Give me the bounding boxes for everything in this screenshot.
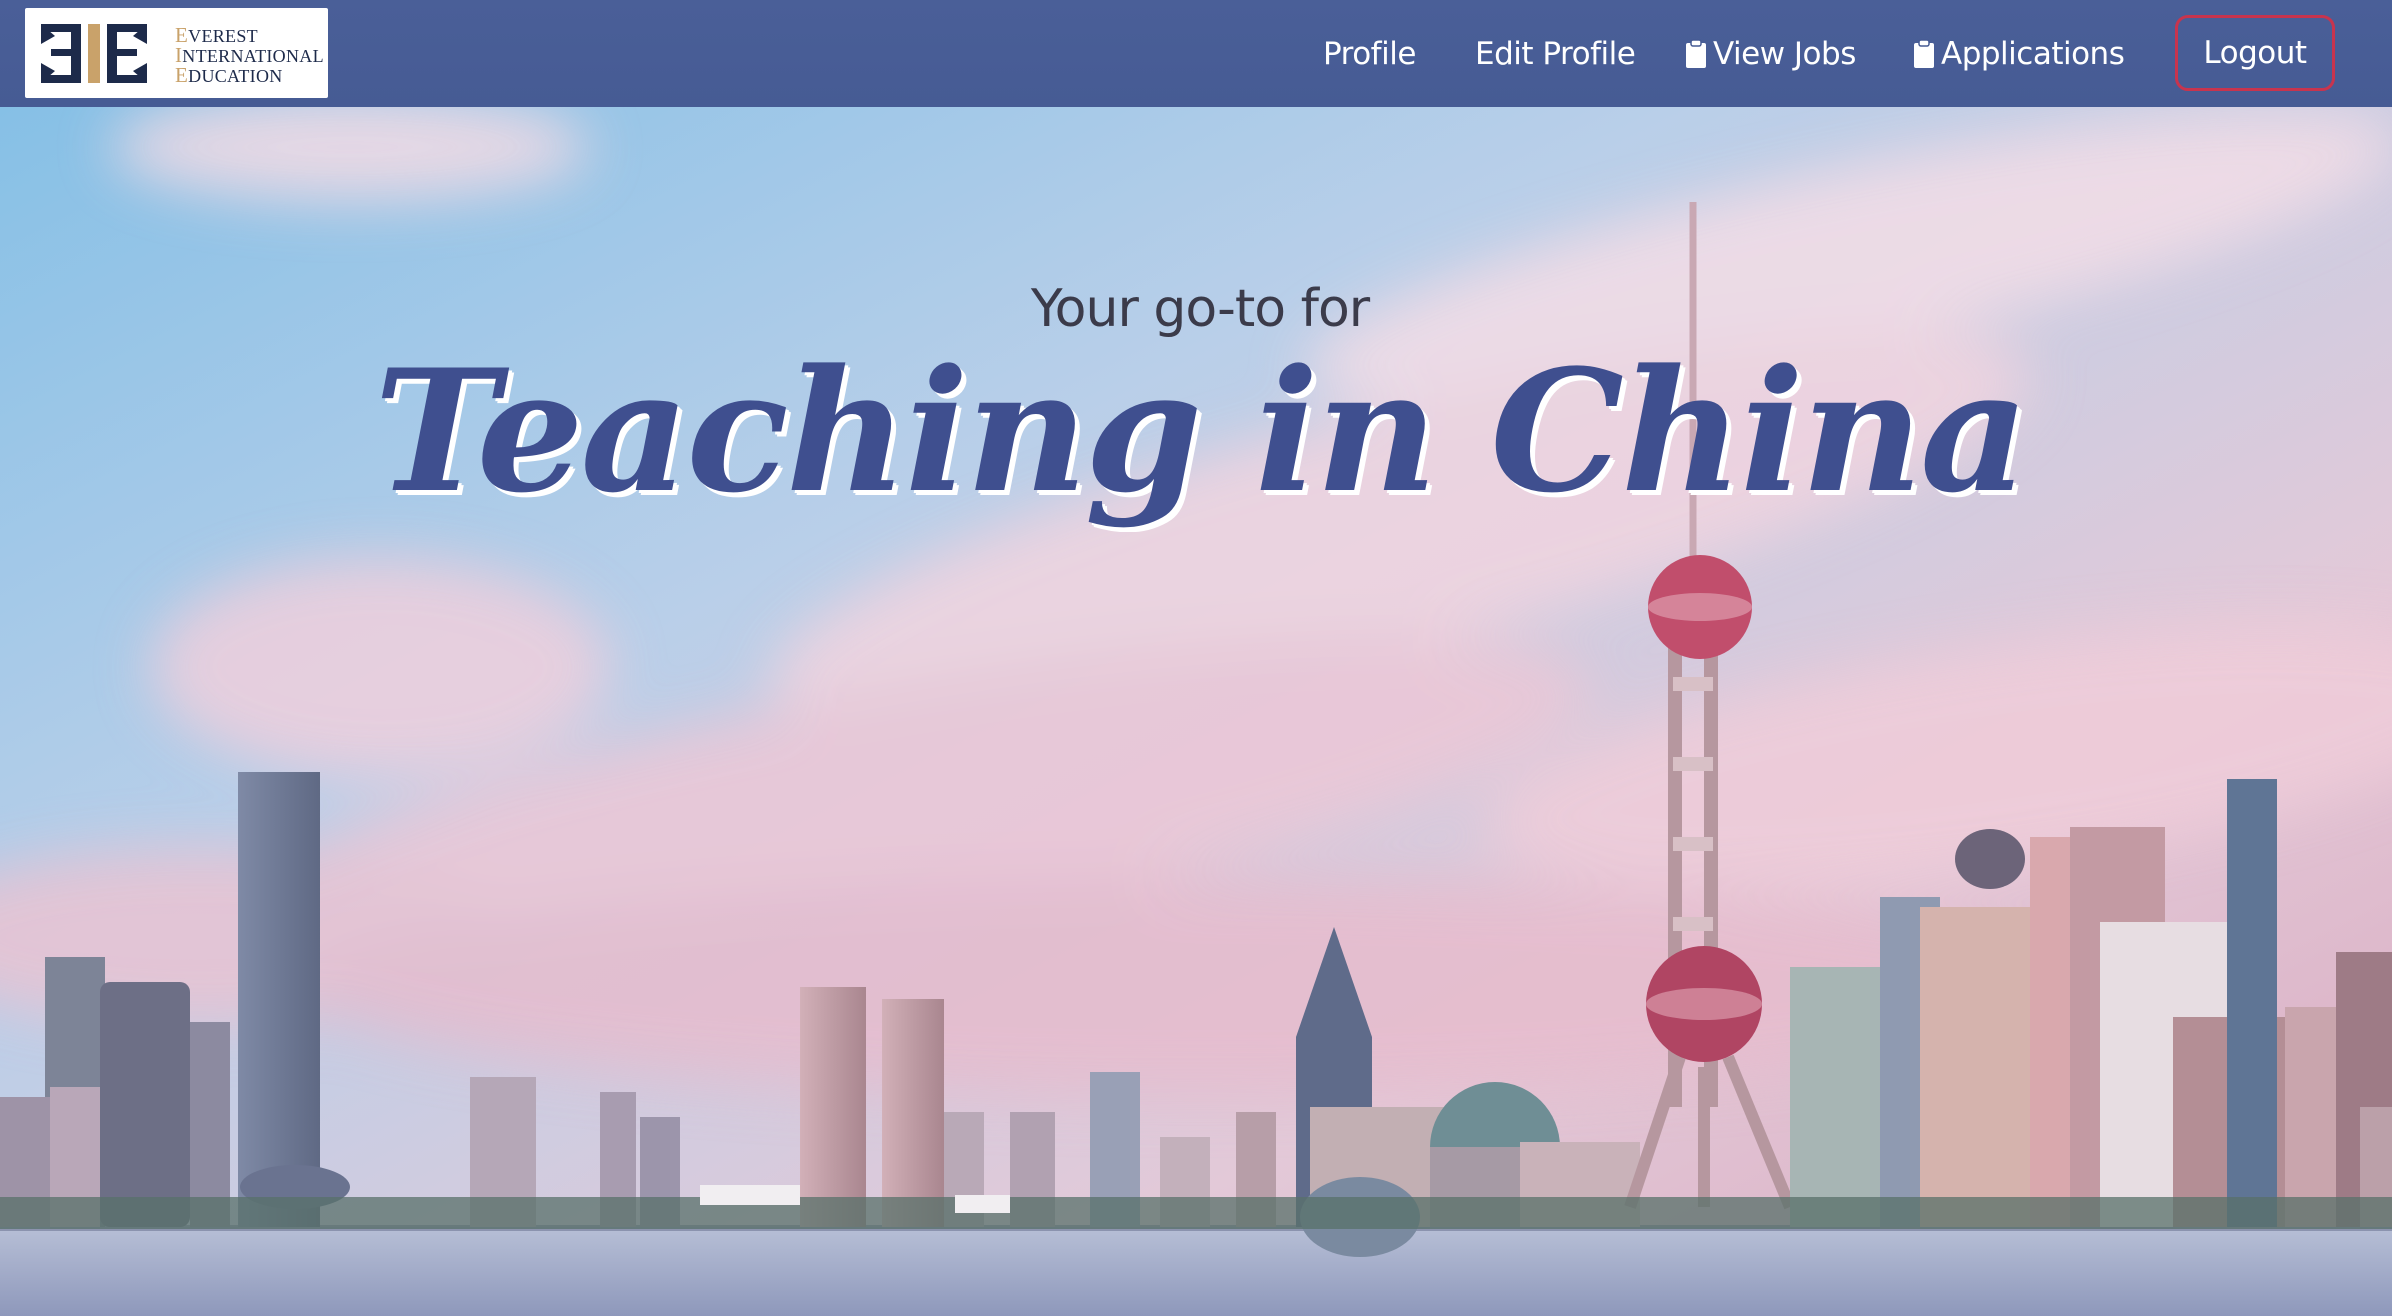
logout-button[interactable]: Logout: [2175, 15, 2335, 91]
nav-applications-label: Applications: [1941, 36, 2125, 72]
logout-label: Logout: [2203, 35, 2307, 71]
clipboard-icon: [1914, 39, 1934, 68]
top-navbar: EVEREST INTERNATIONAL EDUCATION Profile …: [0, 0, 2392, 107]
nav-applications-link[interactable]: Applications: [1913, 30, 2125, 78]
hero-tagline: Your go-to for: [1030, 279, 1370, 339]
brand-logo[interactable]: EVEREST INTERNATIONAL EDUCATION: [25, 8, 328, 98]
nav-edit-profile-label: Edit Profile: [1475, 36, 1636, 72]
nav-view-jobs-label: View Jobs: [1713, 36, 1856, 72]
eie-logo-mark: [41, 24, 147, 83]
clipboard-icon: [1686, 39, 1706, 68]
hero-headline: Teaching in China: [374, 332, 2029, 530]
nav-view-jobs-link[interactable]: View Jobs: [1685, 30, 1856, 78]
hero-section: Your go-to for Teaching in China: [0, 107, 2392, 1316]
brand-name: EVEREST INTERNATIONAL EDUCATION: [175, 23, 324, 87]
nav-profile-label: Profile: [1323, 36, 1416, 72]
nav-profile-link[interactable]: Profile: [1323, 30, 1416, 78]
nav-edit-profile-link[interactable]: Edit Profile: [1475, 30, 1636, 78]
